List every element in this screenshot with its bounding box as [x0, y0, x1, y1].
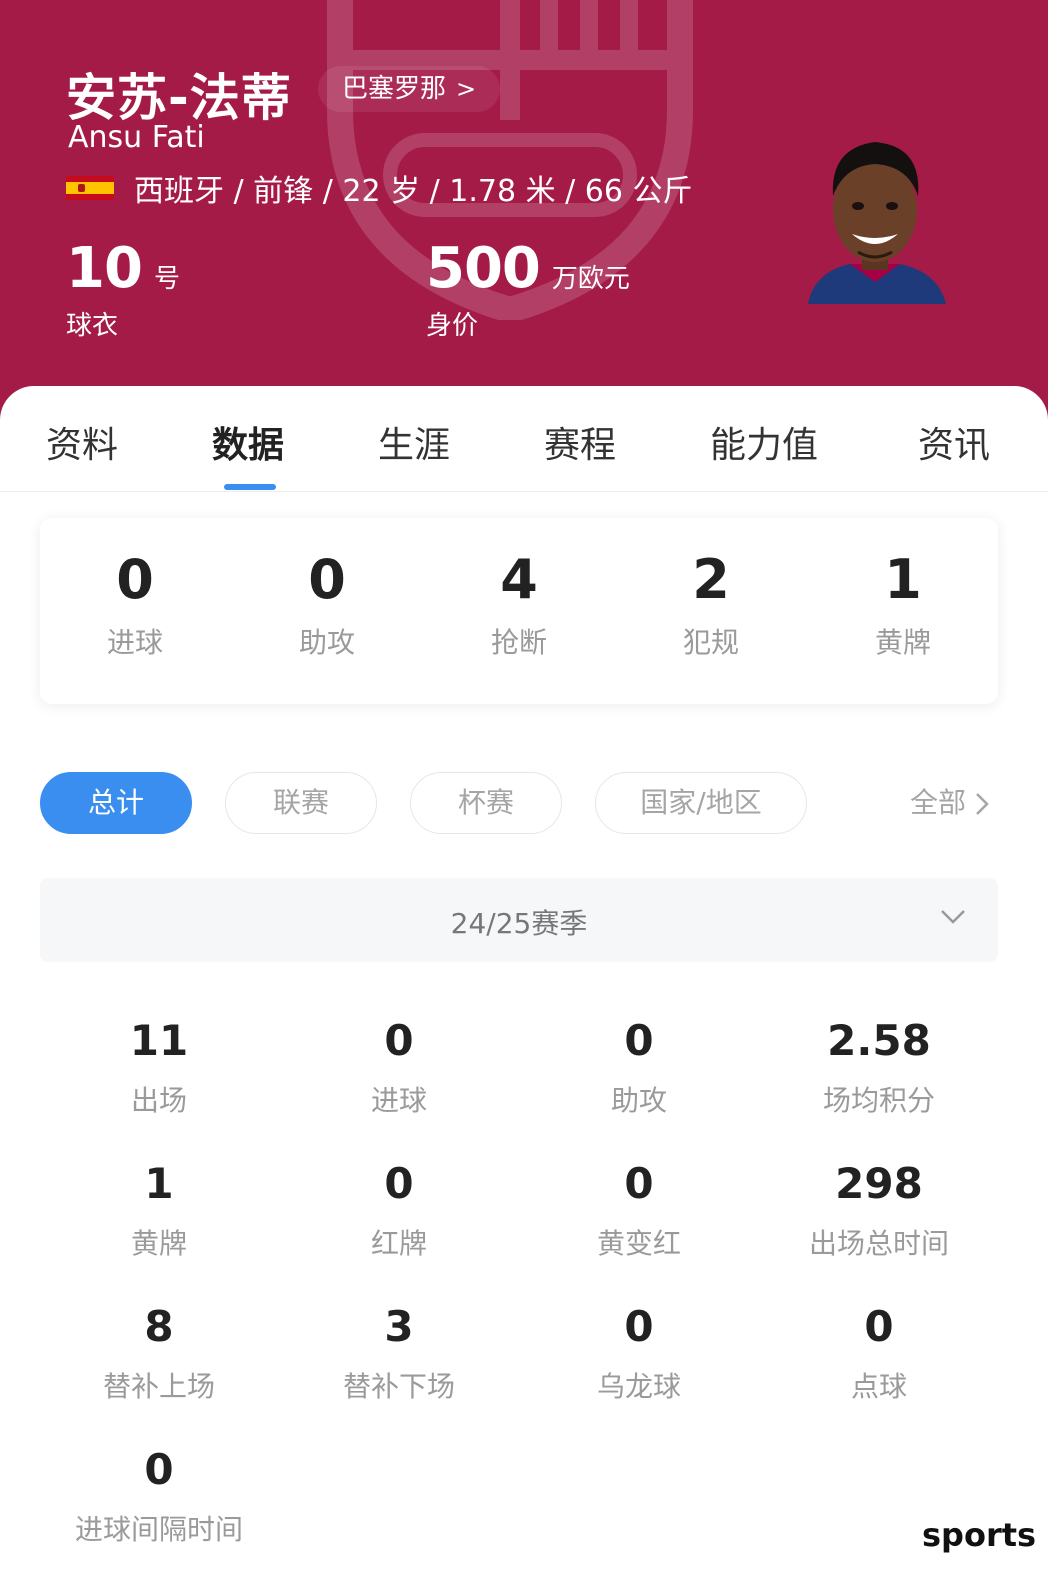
tab-schedule[interactable]: 赛程 — [544, 416, 616, 468]
stat-cell: 0 黄变红 — [519, 1159, 759, 1262]
tab-profile[interactable]: 资料 — [46, 416, 118, 468]
filter-all-link[interactable]: 全部 — [910, 772, 990, 834]
tab-news[interactable]: 资讯 — [918, 416, 990, 468]
stat-cell: 0 进球间隔时间 — [39, 1445, 279, 1548]
stat-value: 0 — [384, 1159, 414, 1208]
club-name: 巴塞罗那 — [342, 74, 447, 104]
stat-value: 0 — [384, 1016, 414, 1065]
player-info: 西班牙 / 前锋 / 22 岁 / 1.78 米 / 66 公斤 — [134, 174, 693, 209]
active-tab-indicator — [224, 484, 276, 490]
stat-label: 助攻 — [610, 1084, 667, 1117]
jersey-unit: 号 — [153, 264, 180, 294]
tab-bar: 资料 数据 生涯 赛程 能力值 资讯 — [0, 386, 1048, 492]
summary-label: 进球 — [106, 626, 163, 659]
stat-label: 点球 — [850, 1370, 907, 1403]
summary-label: 黄牌 — [874, 626, 931, 659]
chevron-right-icon — [976, 793, 989, 815]
stat-value: 0 — [864, 1302, 894, 1351]
market-value-label: 身价 — [426, 311, 479, 341]
stat-cell: 298 出场总时间 — [759, 1159, 999, 1262]
stat-cell: 0 进球 — [279, 1016, 519, 1119]
player-header: 安苏-法蒂 巴塞罗那 > Ansu Fati 西班牙 / 前锋 / 22 岁 / … — [0, 0, 1048, 420]
chevron-right-icon: > — [456, 75, 477, 103]
player-info-row: 西班牙 / 前锋 / 22 岁 / 1.78 米 / 66 公斤 — [66, 168, 693, 209]
sports-watermark: sports — [922, 1516, 1037, 1554]
stat-cell: 8 替补上场 — [39, 1302, 279, 1405]
stat-label: 替补下场 — [342, 1370, 455, 1403]
player-avatar — [808, 142, 946, 304]
summary-value: 0 — [308, 548, 346, 611]
summary-item: 4 抢断 — [429, 548, 609, 661]
stat-value: 0 — [624, 1159, 654, 1208]
summary-label: 犯规 — [682, 626, 739, 659]
summary-item: 0 进球 — [45, 548, 225, 661]
club-link[interactable]: 巴塞罗那 > — [318, 66, 501, 112]
stat-label: 进球 — [370, 1084, 427, 1117]
tab-data[interactable]: 数据 — [212, 416, 284, 468]
summary-value: 0 — [116, 548, 154, 611]
season-label: 24/25赛季 — [450, 907, 588, 940]
player-name-en: Ansu Fati — [68, 120, 205, 155]
stat-value: 2.58 — [827, 1016, 931, 1065]
stat-label: 红牌 — [370, 1227, 427, 1260]
filter-national[interactable]: 国家/地区 — [595, 772, 807, 834]
stat-value: 298 — [835, 1159, 923, 1208]
stat-cell: 1 黄牌 — [39, 1159, 279, 1262]
filter-total[interactable]: 总计 — [40, 772, 192, 834]
stat-value: 0 — [144, 1445, 174, 1494]
stat-cell: 0 乌龙球 — [519, 1302, 759, 1405]
tab-ability[interactable]: 能力值 — [710, 416, 818, 468]
stat-label: 乌龙球 — [596, 1370, 681, 1403]
stat-label: 替补上场 — [102, 1370, 215, 1403]
market-value: 500 万欧元 身价 — [426, 236, 630, 342]
summary-value: 4 — [500, 548, 538, 611]
summary-label: 抢断 — [490, 626, 547, 659]
summary-item: 1 黄牌 — [813, 548, 993, 661]
market-value-unit: 万欧元 — [551, 264, 630, 294]
back-arrow-icon[interactable] — [40, 0, 70, 12]
summary-item: 2 犯规 — [621, 548, 801, 661]
summary-item: 0 助攻 — [237, 548, 417, 661]
season-selector[interactable]: 24/25赛季 — [40, 878, 998, 962]
stat-cell: 0 点球 — [759, 1302, 999, 1405]
tab-career[interactable]: 生涯 — [378, 416, 450, 468]
content-sheet: 资料 数据 生涯 赛程 能力值 资讯 0 进球 0 助攻 4 抢断 2 犯规 1… — [0, 386, 1048, 1582]
summary-card: 0 进球 0 助攻 4 抢断 2 犯规 1 黄牌 — [40, 518, 998, 704]
competition-filters: 总计 联赛 杯赛 国家/地区 全部 — [0, 772, 1048, 836]
summary-label: 助攻 — [298, 626, 355, 659]
chevron-down-icon — [941, 910, 965, 924]
filter-cup[interactable]: 杯赛 — [410, 772, 562, 834]
stat-label: 进球间隔时间 — [74, 1513, 243, 1546]
jersey-number: 10 号 球衣 — [66, 236, 180, 342]
stat-cell: 0 助攻 — [519, 1016, 759, 1119]
stat-label: 出场总时间 — [808, 1227, 949, 1260]
stat-cell: 3 替补下场 — [279, 1302, 519, 1405]
stat-label: 黄变红 — [596, 1227, 681, 1260]
market-value-number: 500 — [426, 236, 541, 301]
stat-cell: 0 红牌 — [279, 1159, 519, 1262]
summary-value: 2 — [692, 548, 730, 611]
stat-label: 出场 — [130, 1084, 187, 1117]
stat-value: 0 — [624, 1016, 654, 1065]
stat-cell: 11 出场 — [39, 1016, 279, 1119]
jersey-value: 10 — [66, 236, 143, 301]
filter-all-label: 全部 — [910, 786, 967, 819]
stat-value: 3 — [384, 1302, 414, 1351]
spain-flag-icon — [66, 176, 114, 200]
stat-label: 场均积分 — [822, 1084, 935, 1117]
summary-value: 1 — [884, 548, 922, 611]
stat-value: 11 — [129, 1016, 189, 1065]
stat-value: 0 — [624, 1302, 654, 1351]
stat-label: 黄牌 — [130, 1227, 187, 1260]
stat-value: 1 — [144, 1159, 174, 1208]
jersey-label: 球衣 — [66, 311, 119, 341]
stat-value: 8 — [144, 1302, 174, 1351]
stat-cell: 2.58 场均积分 — [759, 1016, 999, 1119]
filter-league[interactable]: 联赛 — [225, 772, 377, 834]
